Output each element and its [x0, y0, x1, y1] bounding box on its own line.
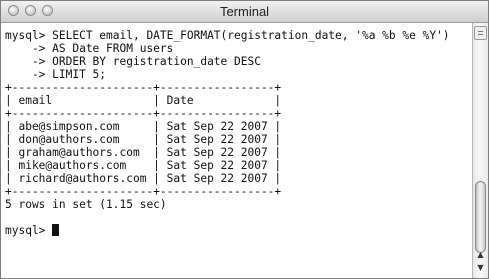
- result-summary: 5 rows in set (1.15 sec): [5, 198, 167, 211]
- mysql-prompt: mysql>: [5, 224, 53, 237]
- scroll-down-icon[interactable]: ▼: [473, 262, 488, 274]
- prompt-line[interactable]: mysql>: [5, 224, 450, 237]
- window-title: Terminal: [219, 4, 270, 19]
- terminal-text: mysql> SELECT email, DATE_FORMAT(registr…: [5, 29, 450, 237]
- terminal-window: Terminal mysql> SELECT email, DATE_FORMA…: [0, 0, 489, 279]
- table-border: +---------------------+-----------------…: [5, 107, 282, 120]
- table-row: | don@authors.com | Sat Sep 22 2007 |: [5, 133, 282, 146]
- scroll-up-icon[interactable]: ▲: [473, 249, 488, 261]
- terminal-line: -> LIMIT 5;: [5, 68, 107, 81]
- table-header: | email | Date |: [5, 94, 282, 107]
- table-row: | mike@authors.com | Sat Sep 22 2007 |: [5, 159, 282, 172]
- scroll-thumb[interactable]: [475, 181, 486, 253]
- title-bar[interactable]: Terminal: [1, 1, 488, 23]
- table-border: +---------------------+-----------------…: [5, 81, 282, 94]
- vertical-scrollbar[interactable]: ▲ ▼: [472, 23, 488, 278]
- terminal-line: mysql> SELECT email, DATE_FORMAT(registr…: [5, 29, 450, 42]
- table-border: +---------------------+-----------------…: [5, 185, 282, 198]
- table-row: | graham@authors.com | Sat Sep 22 2007 |: [5, 146, 282, 159]
- split-pane-icon[interactable]: [474, 26, 487, 40]
- terminal-output[interactable]: mysql> SELECT email, DATE_FORMAT(registr…: [1, 23, 472, 278]
- text-cursor: [52, 224, 60, 236]
- table-row: | richard@authors.com | Sat Sep 22 2007 …: [5, 172, 282, 185]
- terminal-line: -> ORDER BY registration_date DESC: [5, 55, 261, 68]
- table-row: | abe@simpson.com | Sat Sep 22 2007 |: [5, 120, 282, 133]
- terminal-line: -> AS Date FROM users: [5, 42, 174, 55]
